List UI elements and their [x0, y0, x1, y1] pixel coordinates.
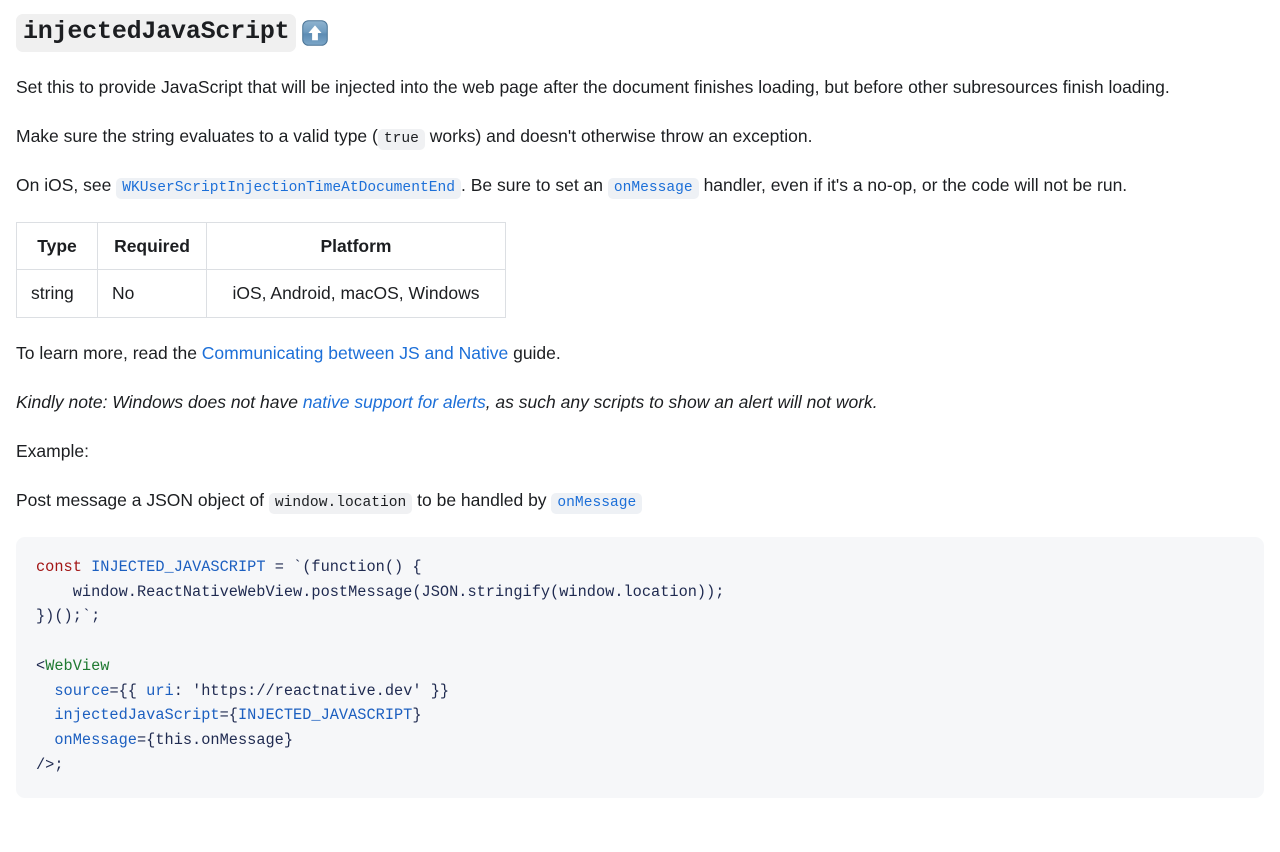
valid-type-text-before: Make sure the string evaluates to a vali…	[16, 125, 378, 146]
property-table: Type Required Platform string No iOS, An…	[16, 221, 506, 318]
wkuserscript-code-span: WKUserScriptInjectionTimeAtDocumentEnd	[116, 178, 461, 200]
ios-text-before: On iOS, see	[16, 175, 117, 196]
post-message-text-middle: to be handled by	[412, 490, 552, 511]
example-label: Example:	[16, 441, 89, 462]
page-title-code: injectedJavaScript	[16, 14, 297, 52]
onmessage-code-span-2: onMessage	[551, 493, 643, 515]
kindly-note-paragraph: Kindly note: Windows does not have nativ…	[16, 389, 1264, 416]
learn-more-text-after: guide.	[508, 342, 561, 363]
ios-paragraph: On iOS, see WKUserScriptInjectionTimeAtD…	[16, 172, 1248, 200]
table-row: string No iOS, Android, macOS, Windows	[16, 269, 506, 318]
table-header-row: Type Required Platform	[16, 221, 506, 271]
table-cell-type: string	[16, 269, 98, 318]
note-text-after: , as such any scripts to show an alert w…	[485, 391, 878, 412]
learn-more-text-before: To learn more, read the	[16, 342, 202, 363]
code-keyword-const: const	[36, 557, 82, 576]
valid-type-paragraph: Make sure the string evaluates to a vali…	[16, 123, 1264, 151]
code-block: const INJECTED_JAVASCRIPT = `(function()…	[16, 536, 1264, 798]
code-line-2: window.ReactNativeWebView.postMessage(JS…	[36, 582, 725, 601]
intro-paragraph: Set this to provide JavaScript that will…	[16, 76, 1170, 97]
valid-type-text-after: works) and doesn't otherwise throw an ex…	[424, 125, 813, 146]
code-attr-onmessage-value: onMessage	[201, 731, 284, 750]
code-space-1	[82, 558, 91, 576]
code-block-content: const INJECTED_JAVASCRIPT = `(function()…	[36, 555, 1244, 778]
code-attr-injected-eq: ={	[219, 706, 238, 725]
code-tag-open: <	[36, 656, 46, 675]
code-attr-source: source	[36, 681, 110, 700]
code-attr-injected-end: }	[412, 706, 422, 725]
communicating-guide-link[interactable]: Communicating between JS and Native	[202, 343, 508, 363]
code-attr-source-eq: ={{	[109, 681, 147, 700]
table-cell-platform: iOS, Android, macOS, Windows	[206, 269, 506, 318]
ios-text-middle: . Be sure to set an	[460, 175, 608, 196]
table-header-required: Required	[97, 221, 207, 271]
ios-text-after: handler, even if it's a no-op, or the co…	[698, 175, 1128, 196]
post-message-paragraph: Post message a JSON object of window.loc…	[16, 487, 1264, 515]
code-var-injected: INJECTED_JAVASCRIPT	[91, 557, 266, 576]
onmessage-link-2[interactable]: onMessage	[551, 490, 643, 515]
up-arrow-emoji	[302, 19, 329, 46]
code-attr-injected-value: INJECTED_JAVASCRIPT	[237, 706, 413, 725]
onmessage-link[interactable]: onMessage	[607, 175, 699, 200]
true-code-span: true	[377, 128, 425, 150]
table-head: Type Required Platform	[16, 221, 506, 271]
onmessage-code-span: onMessage	[607, 178, 699, 200]
post-message-text-before: Post message a JSON object of	[16, 490, 269, 511]
table-header-type: Type	[16, 221, 98, 271]
learn-more-paragraph: To learn more, read the Communicating be…	[16, 340, 1264, 367]
doc-page: injectedJavaScript Set this to provide J…	[0, 0, 1280, 798]
window-location-code-span: window.location	[268, 493, 413, 515]
page-title: injectedJavaScript	[16, 14, 1264, 52]
wkuserscript-link[interactable]: WKUserScriptInjectionTimeAtDocumentEnd	[116, 175, 461, 200]
code-attr-injected: injectedJavaScript	[36, 706, 220, 725]
code-attr-onmessage-eq: ={this.	[136, 731, 202, 750]
table-cell-required: No	[97, 269, 207, 318]
native-alerts-link[interactable]: native support for alerts	[303, 392, 486, 412]
code-attr-uri: uri	[146, 681, 174, 700]
table-header-platform: Platform	[206, 221, 506, 271]
code-attr-onmessage-end: }	[283, 731, 294, 750]
table-body: string No iOS, Android, macOS, Windows	[16, 269, 506, 318]
code-tag-close: />;	[36, 755, 64, 774]
code-attr-source-end: }}	[421, 681, 450, 700]
note-text-before: Kindly note: Windows does not have	[16, 391, 303, 412]
code-assign: = `(function() {	[265, 557, 422, 576]
code-attr-onmessage: onMessage	[36, 731, 137, 750]
code-tag-name: WebView	[45, 656, 110, 675]
code-line-3: })();`;	[36, 607, 101, 626]
code-attr-uri-sep: :	[173, 681, 193, 700]
code-attr-uri-string: 'https://reactnative.dev'	[192, 681, 422, 700]
